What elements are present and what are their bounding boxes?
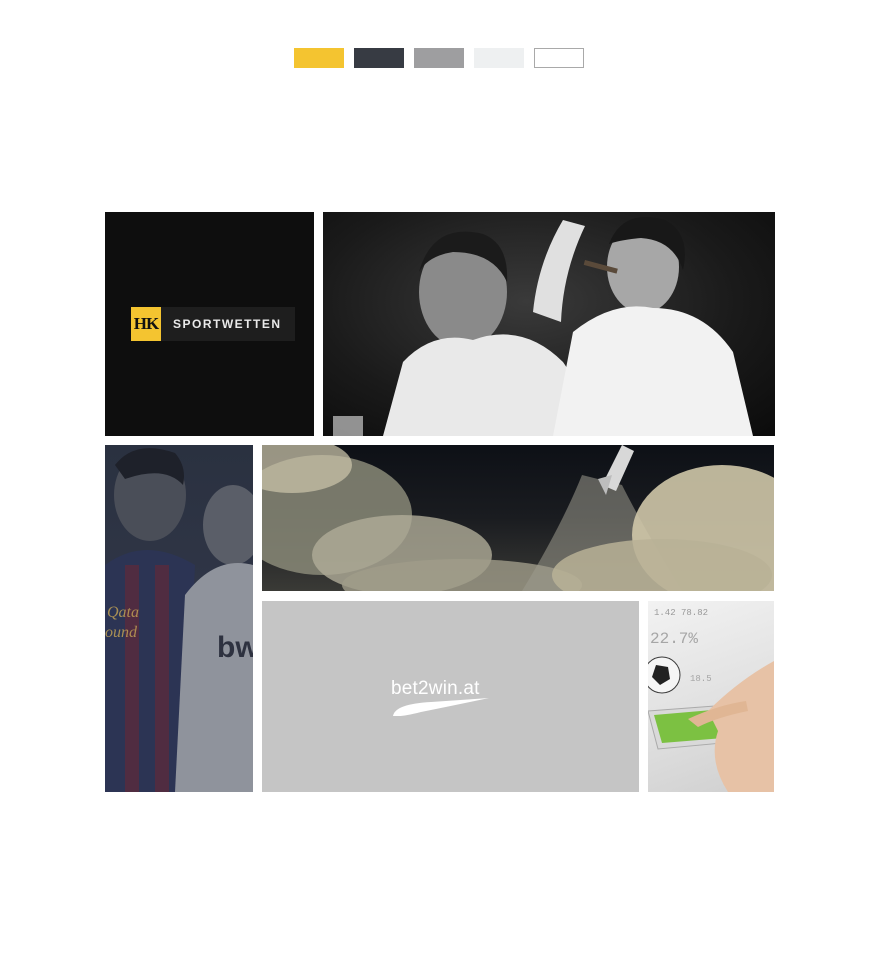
svg-text:bw: bw bbox=[217, 631, 253, 664]
rocket-illustration bbox=[262, 445, 774, 591]
swatch-yellow bbox=[294, 48, 344, 68]
swoosh-icon bbox=[393, 698, 489, 716]
swatch-gray bbox=[414, 48, 464, 68]
svg-text:ound: ound bbox=[105, 624, 138, 641]
hk-mark-text: HK bbox=[133, 314, 159, 333]
hk-sportwetten-logo: HK SPORTWETTEN bbox=[131, 307, 295, 341]
tablet-illustration: 1.42 78.82 22.7% 18.5 bbox=[648, 608, 774, 792]
svg-text:1.42 78.82: 1.42 78.82 bbox=[654, 608, 708, 618]
swatch-white bbox=[534, 48, 584, 68]
hk-mark: HK bbox=[131, 307, 161, 341]
swatch-charcoal bbox=[354, 48, 404, 68]
photo-rocket-launch bbox=[262, 445, 774, 591]
photo-tablet-soccer: 1.42 78.82 22.7% 18.5 bbox=[648, 601, 774, 792]
photo-football-players: Qata ound bw bbox=[105, 445, 253, 792]
svg-text:Qata: Qata bbox=[107, 604, 139, 621]
svg-text:22.7%: 22.7% bbox=[650, 630, 698, 648]
swatch-light-gray bbox=[474, 48, 524, 68]
svg-text:18.5: 18.5 bbox=[690, 674, 712, 684]
photo-men-celebrating bbox=[323, 212, 775, 436]
football-illustration: Qata ound bw bbox=[105, 448, 253, 792]
men-illustration bbox=[333, 217, 753, 436]
logo-text: SPORTWETTEN bbox=[173, 317, 282, 331]
